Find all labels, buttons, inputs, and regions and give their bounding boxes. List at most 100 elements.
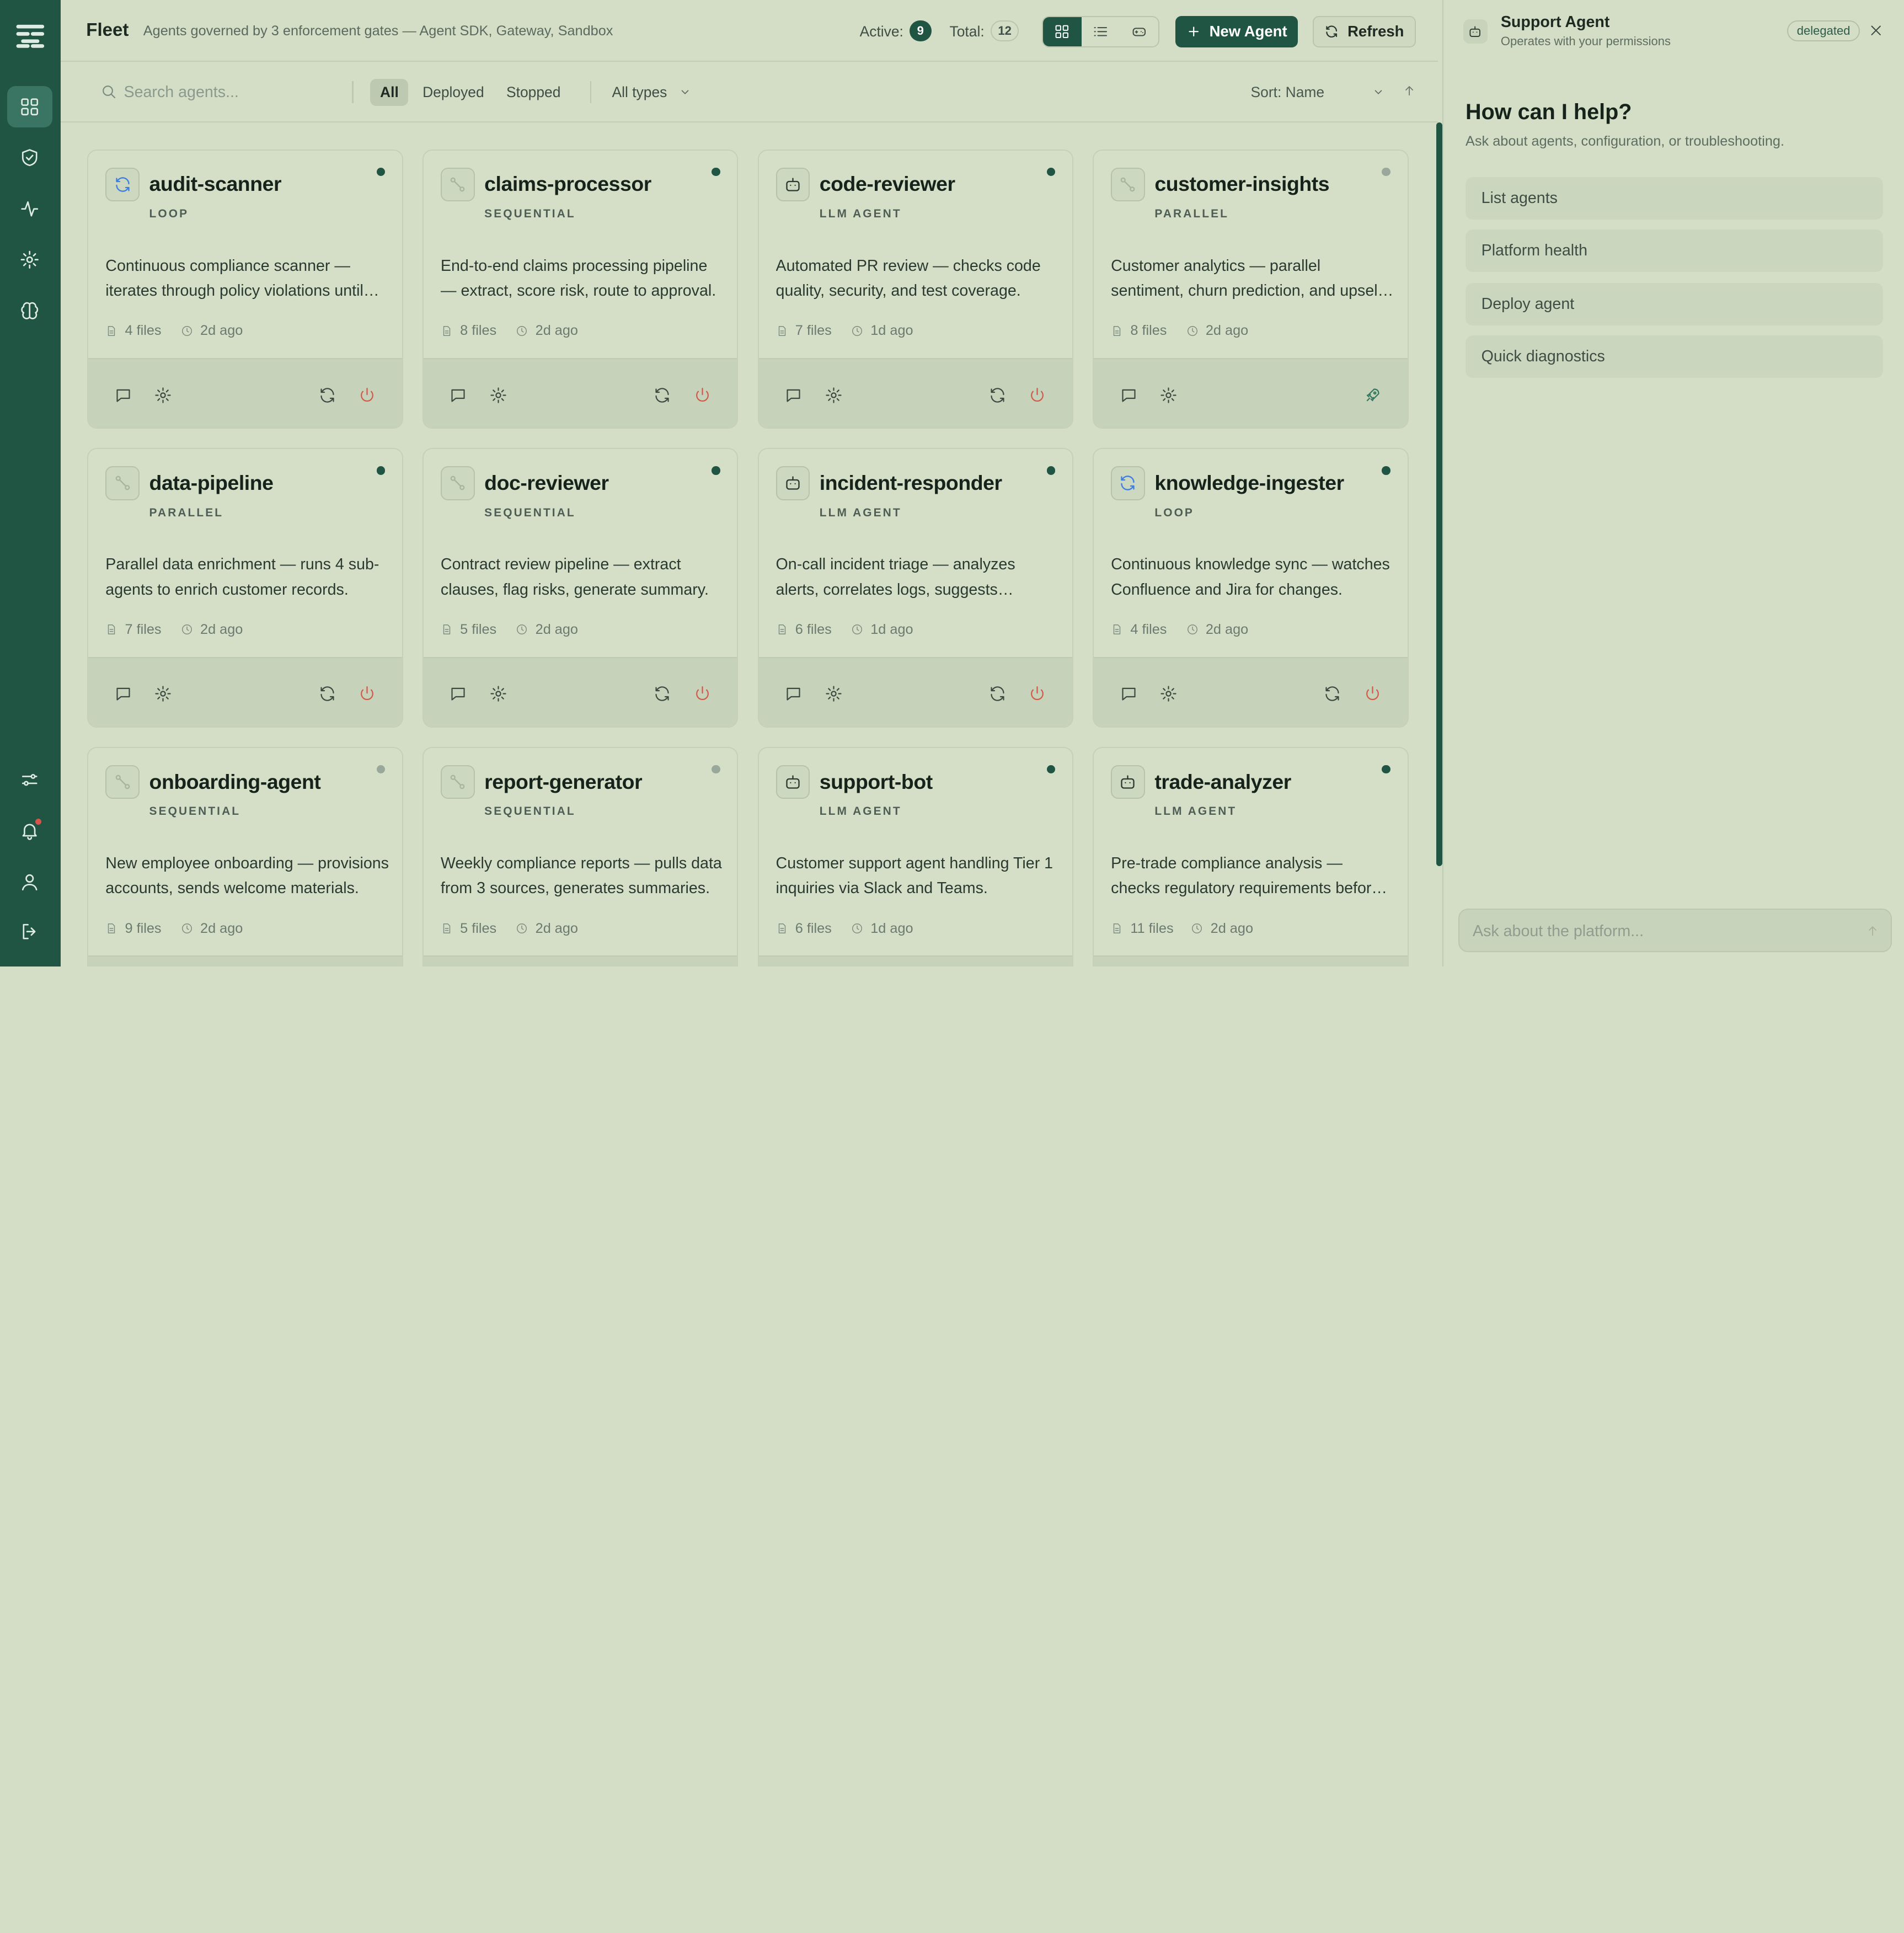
file-count-text: 5 files <box>460 621 497 637</box>
power-icon[interactable] <box>1028 685 1046 703</box>
gear-icon[interactable] <box>154 685 172 703</box>
gear-icon[interactable] <box>825 386 843 404</box>
restart-icon[interactable] <box>1323 685 1341 703</box>
agent-type: LLM AGENT <box>819 207 902 221</box>
restart-icon[interactable] <box>653 685 671 703</box>
type-filter-select[interactable]: All types <box>612 84 692 101</box>
nav-settings[interactable] <box>7 239 52 281</box>
nav-notifications[interactable] <box>7 810 52 851</box>
restart-icon[interactable] <box>318 386 336 404</box>
power-icon[interactable] <box>358 685 376 703</box>
agent-card[interactable]: onboarding-agent SEQUENTIAL New employee o… <box>87 746 403 967</box>
grid-view-button[interactable] <box>1042 17 1082 46</box>
agent-type: SEQUENTIAL <box>149 805 241 818</box>
deploy-rocket-icon[interactable] <box>1363 386 1382 404</box>
sort-select[interactable]: Sort: Name <box>1251 84 1384 101</box>
close-icon[interactable] <box>1869 23 1883 38</box>
gear-icon[interactable] <box>154 386 172 404</box>
logo-icon[interactable] <box>13 19 47 54</box>
suggestion-platform-health[interactable]: Platform health <box>1466 229 1884 273</box>
chat-icon[interactable] <box>1120 386 1138 404</box>
agent-card[interactable]: report-generator SEQUENTIAL Weekly complia… <box>422 746 739 967</box>
suggestion-quick-diagnostics[interactable]: Quick diagnostics <box>1466 335 1884 378</box>
type-filter-value: All types <box>612 83 667 100</box>
total-label: Total: <box>949 23 985 40</box>
agent-card[interactable]: doc-reviewer SEQUENTIAL Contract review pi… <box>422 448 739 728</box>
agent-card[interactable]: claims-processor SEQUENTIAL End-to-end cla… <box>422 149 739 429</box>
agent-name[interactable]: audit-scanner <box>149 172 282 196</box>
agent-card[interactable]: customer-insights PARALLEL Customer analyt… <box>1093 149 1409 429</box>
restart-icon[interactable] <box>318 685 336 703</box>
agent-name[interactable]: report-generator <box>484 770 642 794</box>
agent-name[interactable]: knowledge-ingester <box>1154 471 1344 495</box>
bot-icon <box>775 466 810 500</box>
power-icon[interactable] <box>1028 386 1046 404</box>
gear-icon[interactable] <box>825 685 843 703</box>
power-icon[interactable] <box>358 386 376 404</box>
scrollbar[interactable] <box>1436 122 1443 866</box>
chat-icon[interactable] <box>1120 685 1138 703</box>
restart-icon[interactable] <box>988 386 1007 404</box>
chat-icon[interactable] <box>114 685 132 703</box>
agent-name[interactable]: claims-processor <box>484 172 651 196</box>
chat-icon[interactable] <box>784 386 803 404</box>
agent-name[interactable]: onboarding-agent <box>149 770 321 794</box>
refresh-button[interactable]: Refresh <box>1312 15 1416 47</box>
file-count: 7 files <box>776 323 832 339</box>
nav-fleet[interactable] <box>7 86 52 128</box>
agent-card[interactable]: audit-scanner LOOP Continuous compliance s… <box>87 149 403 429</box>
nav-profile[interactable] <box>7 861 52 903</box>
status-dot <box>376 466 386 475</box>
suggestion-list-agents[interactable]: List agents <box>1466 177 1884 220</box>
sequential-icon <box>105 765 140 799</box>
power-icon[interactable] <box>1363 685 1382 703</box>
nav-controls[interactable] <box>7 759 52 800</box>
nav-governance[interactable] <box>7 137 52 179</box>
agent-name[interactable]: doc-reviewer <box>484 471 609 495</box>
filter-chip-stopped[interactable]: Stopped <box>496 79 570 105</box>
agent-card[interactable]: trade-analyzer LLM AGENT Pre-trade complia… <box>1093 746 1409 967</box>
search-input[interactable] <box>124 80 343 105</box>
gear-icon[interactable] <box>1159 386 1178 404</box>
agent-card[interactable]: code-reviewer LLM AGENT Automated PR revie… <box>757 149 1074 429</box>
new-agent-button[interactable]: New Agent <box>1175 15 1298 47</box>
robot-view-button[interactable] <box>1120 17 1159 46</box>
suggestion-deploy-agent[interactable]: Deploy agent <box>1466 282 1884 325</box>
agent-card[interactable]: support-bot LLM AGENT Customer support age… <box>757 746 1074 967</box>
chat-icon[interactable] <box>114 386 132 404</box>
agent-card[interactable]: incident-responder LLM AGENT On-call incid… <box>757 448 1074 728</box>
filter-chip-all[interactable]: All <box>370 79 409 106</box>
agent-type: LLM AGENT <box>819 506 902 519</box>
agent-name[interactable]: trade-analyzer <box>1154 770 1291 794</box>
power-icon[interactable] <box>693 685 712 703</box>
agent-card[interactable]: knowledge-ingester LOOP Continuous knowled… <box>1093 448 1409 728</box>
nav-knowledge[interactable] <box>7 290 52 332</box>
gear-icon[interactable] <box>489 685 507 703</box>
sort-direction-icon[interactable] <box>1403 84 1416 97</box>
file-icon <box>108 624 115 635</box>
nav-activity[interactable] <box>7 188 52 229</box>
restart-icon[interactable] <box>653 386 671 404</box>
power-icon[interactable] <box>693 386 712 404</box>
agent-name[interactable]: data-pipeline <box>149 471 274 495</box>
gear-icon[interactable] <box>489 386 507 404</box>
file-count: 5 files <box>441 921 496 937</box>
send-icon[interactable] <box>1866 924 1879 937</box>
restart-icon[interactable] <box>988 685 1007 703</box>
bot-icon <box>1111 765 1145 799</box>
list-view-button[interactable] <box>1082 17 1120 46</box>
chat-icon[interactable] <box>784 685 803 703</box>
chat-icon[interactable] <box>449 685 467 703</box>
agent-name[interactable]: support-bot <box>820 770 933 794</box>
gear-icon[interactable] <box>1159 685 1178 703</box>
agent-card[interactable]: data-pipeline PARALLEL Parallel data enric… <box>87 448 403 728</box>
agent-name[interactable]: code-reviewer <box>820 172 955 196</box>
chat-icon[interactable] <box>449 386 467 404</box>
agent-name[interactable]: incident-responder <box>820 471 1002 495</box>
file-count-text: 8 files <box>1130 323 1167 339</box>
nav-logout[interactable] <box>7 911 52 952</box>
filter-chip-deployed[interactable]: Deployed <box>413 79 494 105</box>
agent-description: Contract review pipeline — extract claus… <box>440 556 709 599</box>
agent-name[interactable]: customer-insights <box>1154 172 1329 196</box>
chat-input[interactable] <box>1472 919 1837 944</box>
